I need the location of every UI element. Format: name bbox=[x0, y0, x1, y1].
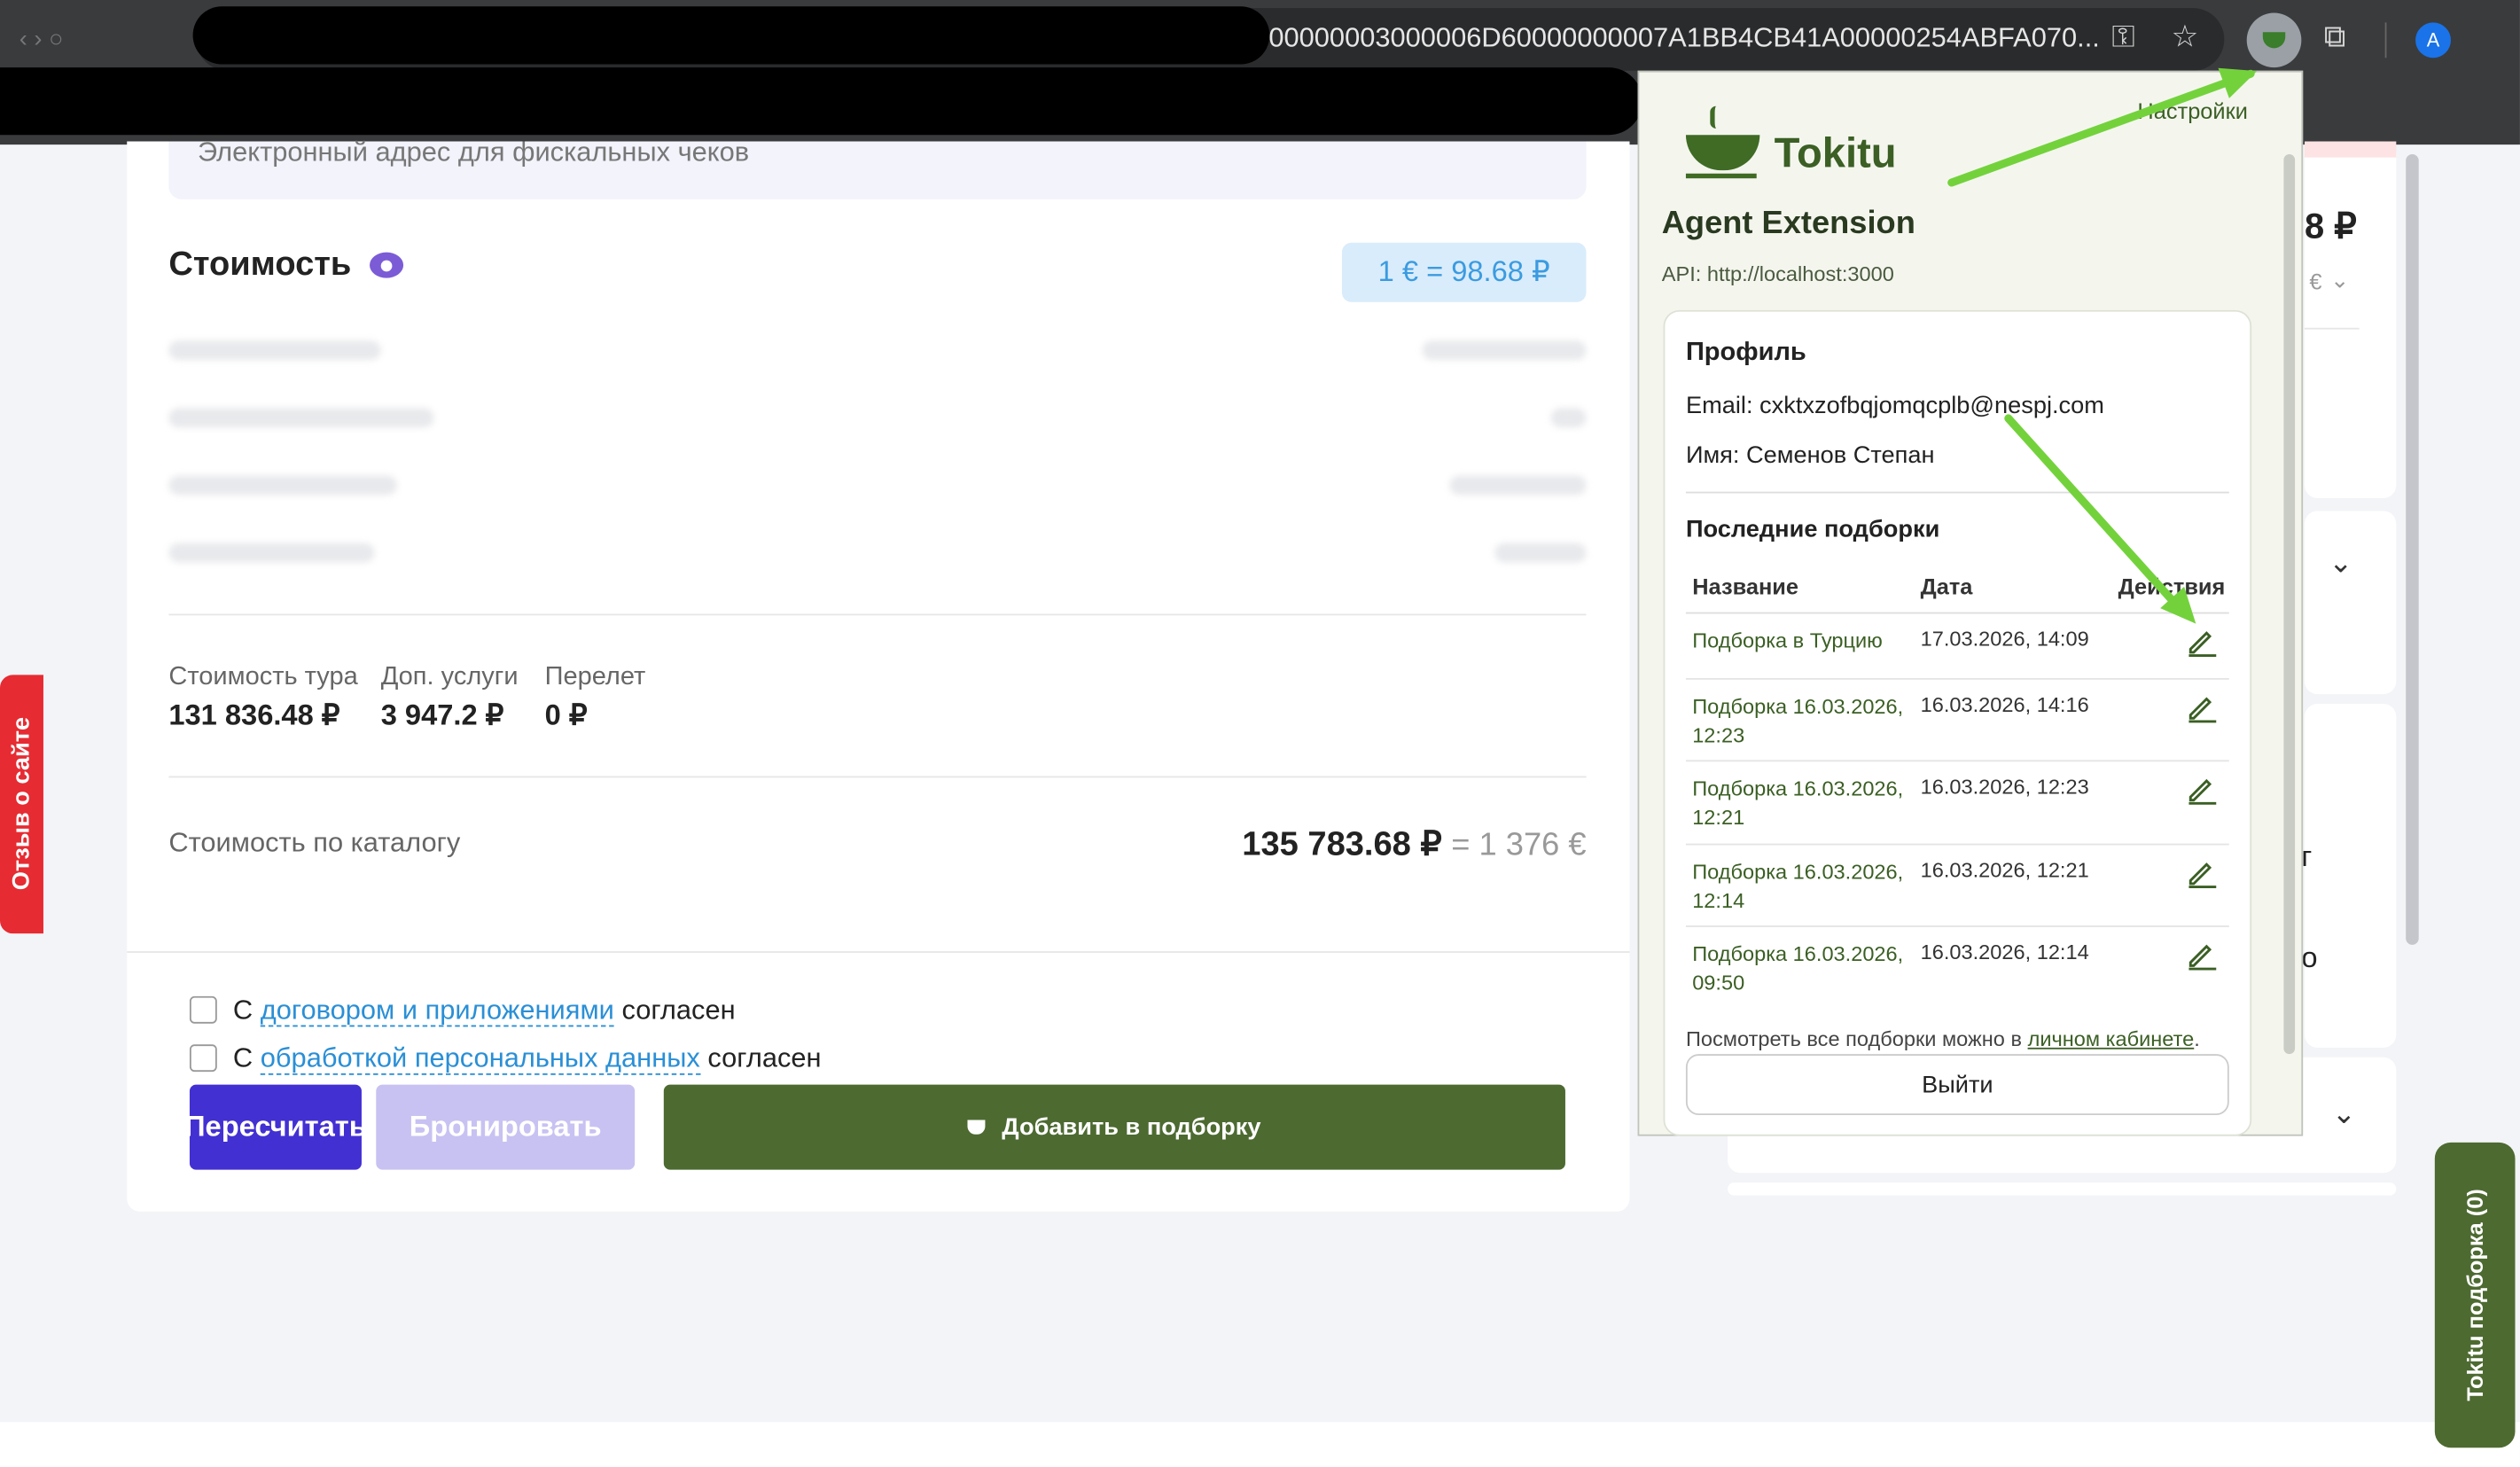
divider bbox=[127, 951, 1630, 953]
blurred-text bbox=[1422, 340, 1587, 361]
blurred-text bbox=[1494, 542, 1587, 563]
agree-personal-data-text: С обработкой персональных данных согласе… bbox=[232, 1042, 822, 1075]
right-price: 8 ₽ bbox=[2304, 206, 2357, 246]
redaction-bar bbox=[0, 67, 1642, 136]
chevron-down-icon[interactable]: ⌄ bbox=[2330, 267, 2349, 294]
redaction-bar bbox=[192, 6, 1270, 65]
selection-name[interactable]: Подборка 16.03.2026, 09:50 bbox=[1692, 940, 1909, 997]
contract-link[interactable]: договором и приложениями bbox=[261, 995, 614, 1027]
selection-date: 16.03.2026, 12:21 bbox=[1920, 857, 2089, 883]
tokitu-selection-tab[interactable]: Tokitu подборка (0) bbox=[2434, 1142, 2516, 1448]
view-all-suffix: . bbox=[2194, 1026, 2200, 1051]
agree-contract-checkbox[interactable] bbox=[189, 995, 217, 1024]
blurred-text bbox=[168, 475, 397, 496]
catalog-price: 135 783.68 ₽ = 1 376 € bbox=[1125, 824, 1586, 864]
selection-date: 16.03.2026, 12:23 bbox=[1920, 774, 2089, 799]
divider bbox=[2304, 327, 2360, 330]
flight-label: Перелет bbox=[544, 663, 646, 691]
blurred-text bbox=[168, 340, 381, 361]
extra-services-label: Доп. услуги bbox=[380, 663, 519, 691]
col-name-header: Название bbox=[1692, 574, 1799, 600]
edit-pencil-icon[interactable] bbox=[2186, 939, 2218, 979]
blurred-text bbox=[1449, 475, 1587, 496]
summary-card bbox=[2304, 141, 2397, 498]
divider bbox=[168, 613, 1587, 616]
tour-cost-label: Стоимость тура bbox=[168, 663, 358, 691]
edit-pencil-icon[interactable] bbox=[2186, 625, 2218, 665]
col-date-header: Дата bbox=[1920, 574, 1973, 600]
url-text: 200000003000006D60000000007A1BB4CB41A000… bbox=[1253, 22, 2100, 53]
logo-steam bbox=[1710, 105, 1723, 129]
right-currency: € bbox=[2309, 268, 2322, 294]
info-card bbox=[2304, 703, 2397, 1048]
flight-value: 0 ₽ bbox=[544, 698, 588, 731]
agree-personal-data-checkbox[interactable] bbox=[189, 1044, 217, 1073]
blurred-text bbox=[1550, 408, 1587, 428]
edit-pencil-icon[interactable] bbox=[2186, 691, 2218, 730]
selection-name[interactable]: Подборка 16.03.2026, 12:14 bbox=[1692, 858, 1909, 916]
view-all-text: Посмотреть все подборки можно в личном к… bbox=[1686, 1026, 2200, 1050]
popup-subtitle: Agent Extension bbox=[1661, 206, 1915, 241]
key-icon[interactable]: ⚿ bbox=[2111, 20, 2134, 55]
extensions-puzzle-icon[interactable]: ⧉ bbox=[2324, 20, 2346, 55]
personal-cabinet-link[interactable]: личном кабинете bbox=[2028, 1026, 2195, 1050]
tour-cost-value: 131 836.48 ₽ bbox=[168, 698, 340, 731]
selection-date: 17.03.2026, 14:09 bbox=[1920, 626, 2089, 652]
brand-name: Tokitu bbox=[1774, 129, 1897, 177]
nav-buttons[interactable]: ‹ › ○ bbox=[20, 26, 64, 53]
agree-prefix: С bbox=[232, 995, 254, 1026]
popup-scrollbar[interactable] bbox=[2283, 154, 2296, 1055]
page-scrollbar[interactable] bbox=[2406, 154, 2419, 945]
agree-prefix: С bbox=[232, 1042, 254, 1073]
tokitu-extension-icon[interactable] bbox=[2246, 12, 2302, 68]
receipt-email-input[interactable]: Электронный адрес для фискальных чеков bbox=[168, 138, 1587, 199]
blurred-text bbox=[168, 408, 434, 428]
cost-title: Стоимость bbox=[168, 246, 352, 284]
feedback-tab[interactable]: Отзыв о сайте bbox=[0, 675, 43, 934]
alert-strip bbox=[2304, 141, 2397, 158]
selection-name[interactable]: Подборка в Турцию bbox=[1692, 627, 1909, 656]
page-footer bbox=[0, 1422, 2520, 1467]
chevron-down-icon[interactable]: ⌄ bbox=[2329, 546, 2352, 580]
profile-avatar[interactable]: A bbox=[2415, 22, 2451, 59]
chevron-down-icon[interactable]: ⌄ bbox=[2332, 1097, 2356, 1131]
blurred-text bbox=[168, 542, 375, 563]
personal-data-link[interactable]: обработкой персональных данных bbox=[261, 1042, 700, 1075]
catalog-price-rub: 135 783.68 ₽ bbox=[1242, 825, 1442, 863]
extra-services-value: 3 947.2 ₽ bbox=[380, 698, 504, 731]
profile-email: Email: cxktxzofbqjomqcplb@nespj.com bbox=[1685, 392, 2104, 420]
agree-contract-text: С договором и приложениями согласен bbox=[232, 995, 736, 1027]
agree-suffix: согласен bbox=[707, 1042, 822, 1073]
info-card bbox=[2304, 511, 2397, 695]
exchange-rate-badge: 1 € = 98.68 ₽ bbox=[1341, 242, 1587, 302]
add-to-selection-label: Добавить в подборку bbox=[1002, 1113, 1261, 1142]
agree-suffix: согласен bbox=[621, 995, 736, 1026]
selection-name[interactable]: Подборка 16.03.2026, 12:23 bbox=[1692, 692, 1909, 750]
add-to-selection-button[interactable]: Добавить в подборку bbox=[663, 1084, 1565, 1170]
selection-date: 16.03.2026, 12:14 bbox=[1920, 940, 2089, 964]
selection-name[interactable]: Подборка 16.03.2026, 12:21 bbox=[1692, 775, 1909, 832]
right-text: о bbox=[2301, 941, 2318, 974]
divider bbox=[168, 776, 1587, 778]
profile-title: Профиль bbox=[1685, 339, 1806, 367]
book-button[interactable]: Бронировать bbox=[376, 1084, 636, 1170]
edit-pencil-icon[interactable] bbox=[2186, 773, 2218, 813]
eye-icon[interactable] bbox=[370, 252, 404, 278]
logo-saucer bbox=[1685, 173, 1757, 179]
view-all-prefix: Посмотреть все подборки можно в bbox=[1685, 1026, 2022, 1051]
toolbar-divider bbox=[2384, 22, 2387, 59]
star-icon[interactable]: ☆ bbox=[2171, 20, 2198, 55]
divider bbox=[1685, 491, 2229, 494]
recent-selections-title: Последние подборки bbox=[1685, 515, 1940, 543]
logout-button[interactable]: Выйти bbox=[1685, 1054, 2229, 1116]
edit-pencil-icon[interactable] bbox=[2186, 856, 2218, 896]
catalog-price-eur: = 1 376 € bbox=[1451, 827, 1587, 863]
recalculate-button[interactable]: Пересчитать bbox=[184, 1084, 367, 1170]
catalog-price-label: Стоимость по каталогу bbox=[168, 827, 461, 858]
info-card bbox=[1728, 1182, 2397, 1196]
tokitu-cup-icon bbox=[968, 1120, 987, 1135]
selection-date: 16.03.2026, 14:16 bbox=[1920, 692, 2089, 717]
profile-name: Имя: Семенов Степан bbox=[1685, 441, 1935, 470]
api-url: API: http://localhost:3000 bbox=[1661, 261, 1894, 286]
